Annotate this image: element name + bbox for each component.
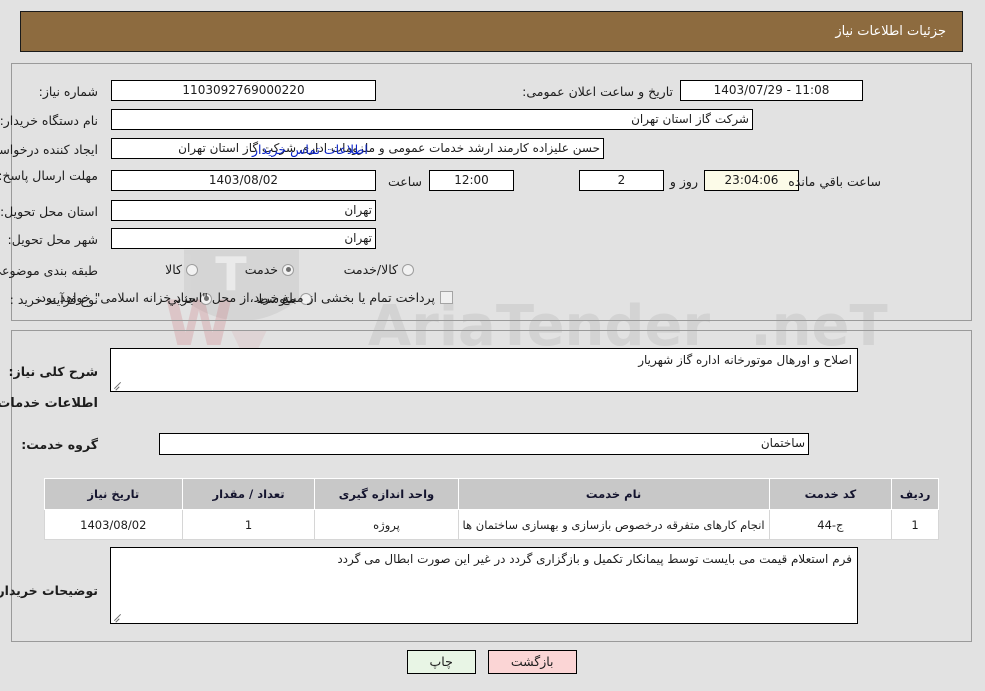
radio-subject-kala-label: کالا — [166, 262, 183, 277]
radio-subject-khedmat-dot — [283, 263, 295, 276]
resize-grip-icon — [114, 380, 124, 390]
cell-unit: پروژه — [315, 509, 460, 540]
cell-need-date: 1403/08/02 — [45, 509, 184, 540]
buyer-notes-label: توضیحات خریدار: — [0, 583, 99, 598]
service-group-value: ساختمان — [160, 433, 810, 455]
need-number-label: شماره نیاز: — [39, 84, 99, 99]
general-description-textarea[interactable]: اصلاح و اورهال موتورخانه اداره گاز شهریا… — [111, 348, 859, 392]
page-header: جزئیات اطلاعات نیاز — [21, 11, 964, 52]
buyer-contact-link[interactable]: اطلاعات تماس خریدار — [253, 142, 369, 157]
radio-subject-khedmat-label: خدمت — [245, 262, 279, 277]
table-header-row: ردیف کد خدمت نام خدمت واحد اندازه گیری ت… — [45, 478, 940, 510]
announce-datetime-label: تاریخ و ساعت اعلان عمومی: — [523, 84, 674, 99]
services-table: ردیف کد خدمت نام خدمت واحد اندازه گیری ت… — [45, 478, 940, 540]
deadline-date-value: 1403/08/02 — [112, 170, 377, 191]
subject-category-label: طبقه بندی موضوعی: — [0, 263, 99, 278]
th-need-date: تاریخ نیاز — [45, 478, 184, 510]
radio-subject-kala-khedmat-label: کالا/خدمت — [344, 262, 399, 277]
th-row: ردیف — [892, 478, 940, 510]
treasury-checkbox-label: پرداخت تمام یا بخشی از مبلغ خرید،از محل … — [37, 290, 436, 305]
radio-subject-kala[interactable]: کالا — [166, 262, 199, 277]
delivery-province-value: تهران — [112, 200, 377, 221]
treasury-checkbox-row[interactable]: پرداخت تمام یا بخشی از مبلغ خرید،از محل … — [37, 290, 454, 305]
deadline-countdown-label: ساعت باقي مانده — [789, 174, 882, 189]
deadline-days-label: روز و — [670, 174, 699, 189]
deadline-label: مهلت ارسال پاسخ: تا تاریخ: — [0, 168, 99, 183]
buyer-org-value: شرکت گاز استان تهران — [112, 109, 754, 130]
services-table-wrap: ردیف کد خدمت نام خدمت واحد اندازه گیری ت… — [45, 478, 940, 540]
services-heading: اطلاعات خدمات مورد نیاز — [0, 396, 99, 411]
radio-subject-khedmat[interactable]: خدمت — [246, 262, 295, 277]
cell-code: ج-44 — [769, 509, 894, 540]
th-unit: واحد اندازه گیری — [315, 478, 460, 510]
radio-subject-kala-khedmat[interactable]: کالا/خدمت — [345, 262, 415, 277]
radio-subject-kala-khedmat-dot — [403, 263, 415, 276]
back-button[interactable]: بازگشت — [488, 650, 578, 674]
buyer-notes-textarea[interactable]: فرم استعلام قیمت می بایست توسط پیمانکار … — [111, 547, 859, 624]
service-group-label: گروه خدمت: — [22, 437, 99, 452]
need-number-value: 1103092769000220 — [112, 80, 377, 101]
general-description-label: شرح کلی نیاز: — [9, 364, 99, 379]
deadline-countdown-value: 23:04:06 — [705, 170, 800, 191]
th-code: کد خدمت — [769, 478, 894, 510]
th-name: نام خدمت — [458, 478, 771, 510]
deadline-days-value: 2 — [580, 170, 665, 191]
request-creator-label: ایجاد کننده درخواست: — [0, 142, 99, 157]
buyer-org-label: نام دستگاه خریدار: — [0, 113, 99, 128]
buyer-notes-value: فرم استعلام قیمت می بایست توسط پیمانکار … — [338, 552, 853, 566]
cell-row: 1 — [892, 509, 940, 540]
page-title: جزئیات اطلاعات نیاز — [836, 24, 947, 39]
delivery-city-label: شهر محل تحویل: — [8, 232, 99, 247]
th-qty: تعداد / مقدار — [182, 478, 317, 510]
cell-name: انجام کارهای متفرقه درخصوص بازسازی و بهس… — [458, 509, 771, 540]
general-description-value: اصلاح و اورهال موتورخانه اداره گاز شهریا… — [639, 353, 853, 367]
radio-subject-kala-dot — [187, 263, 199, 276]
cell-qty: 1 — [182, 509, 317, 540]
delivery-city-value: تهران — [112, 228, 377, 249]
treasury-checkbox[interactable] — [441, 291, 454, 304]
print-button[interactable]: چاپ — [407, 650, 477, 674]
deadline-time-label: ساعت — [388, 174, 423, 189]
need-info-panel — [12, 63, 973, 321]
resize-grip-icon — [114, 612, 124, 622]
table-row[interactable]: 1 ج-44 انجام کارهای متفرقه درخصوص بازساز… — [45, 509, 940, 540]
footer-actions: بازگشت چاپ — [0, 650, 985, 674]
deadline-time-value: 12:00 — [430, 170, 515, 191]
announce-datetime-value: 11:08 - 1403/07/29 — [681, 80, 864, 101]
delivery-province-label: استان محل تحویل: — [0, 204, 99, 219]
